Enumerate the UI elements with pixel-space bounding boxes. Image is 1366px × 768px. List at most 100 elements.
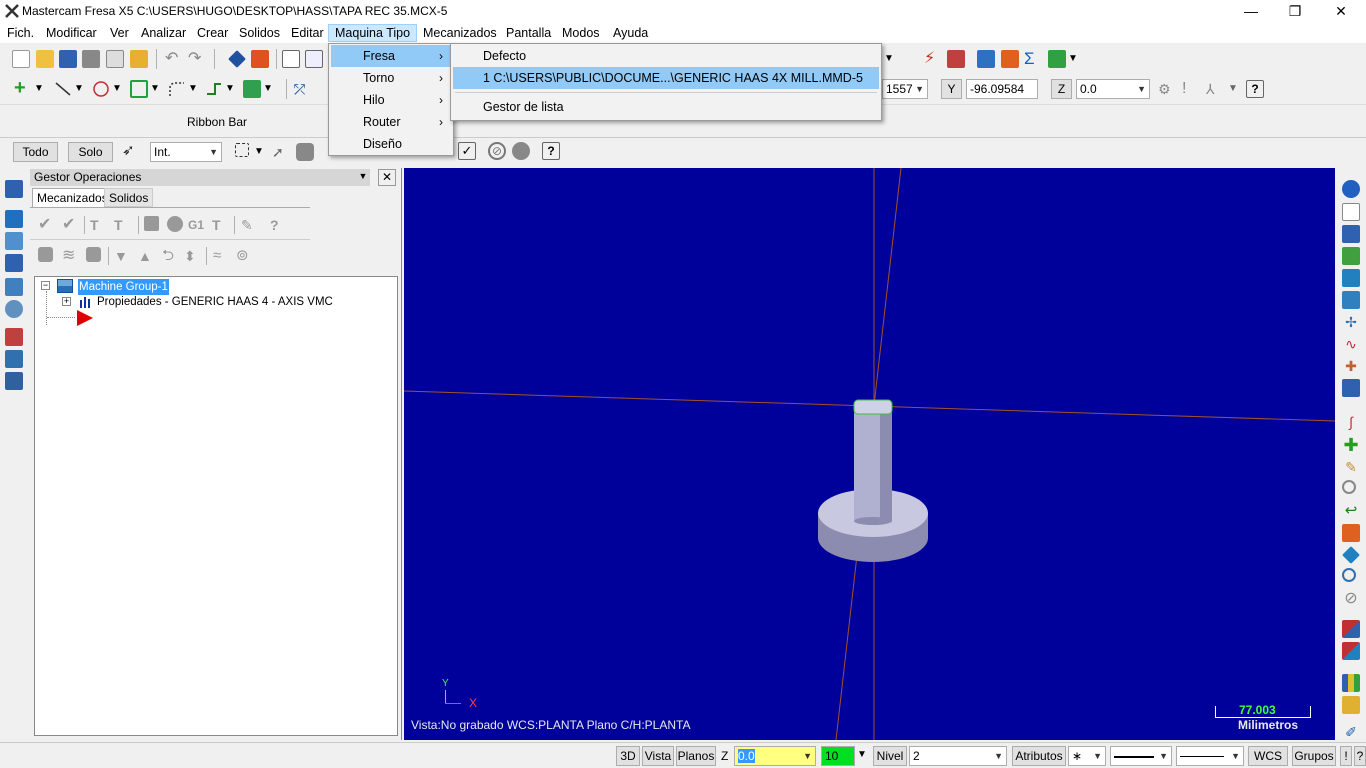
simulate-icon[interactable] (5, 328, 23, 346)
panel-menu-dropdown-icon[interactable]: ▼ (354, 169, 372, 186)
toggle-post-icon[interactable] (86, 247, 101, 262)
clean-icon[interactable] (130, 50, 148, 68)
save-view-icon[interactable] (1342, 225, 1360, 243)
menu-analizar[interactable]: Analizar (135, 24, 192, 42)
atributos-button[interactable]: Atributos (1012, 746, 1066, 766)
regen-dirty-ops-icon[interactable]: T (114, 216, 132, 234)
color-field[interactable]: 10 (821, 746, 855, 766)
nivel-field[interactable]: 2 ▼ (909, 746, 1007, 766)
backplot-ops-icon[interactable] (5, 278, 23, 296)
line-mode-icon[interactable]: ∿ (1342, 335, 1360, 353)
toggle-display-icon[interactable]: ≋ (62, 247, 80, 265)
menu-ayuda[interactable]: Ayuda (607, 24, 654, 42)
ops-help-icon[interactable]: ? (270, 216, 288, 234)
menu-item-diseno[interactable]: Diseño (331, 133, 451, 155)
spline-icon[interactable]: ∫ (1342, 413, 1360, 431)
dropdown-arrow-icon[interactable]: ▼ (884, 50, 902, 68)
insert-arrow-red-icon[interactable] (77, 310, 93, 329)
circle-icon[interactable] (92, 80, 110, 98)
rectangle-icon[interactable] (130, 80, 148, 98)
zoom-window-icon[interactable] (282, 50, 300, 68)
exclamation-button[interactable]: ! (1340, 746, 1352, 766)
select-only-button[interactable]: Solo (68, 142, 113, 162)
toolpath-icon[interactable] (947, 50, 965, 68)
xform-icon[interactable]: ⤱ (294, 80, 312, 98)
menu-item-recent-machine[interactable]: 1 C:\USERS\PUBLIC\DOCUME...\GENERIC HAAS… (453, 67, 879, 89)
window-select-dropdown-icon[interactable]: ▼ (254, 143, 272, 161)
regenerate-icon[interactable] (5, 232, 23, 250)
menu-item-torno[interactable]: Torno › (331, 67, 451, 89)
collapse-toggle-icon[interactable]: − (41, 281, 50, 290)
planos-button[interactable]: Planos (676, 746, 716, 766)
export-icon[interactable] (1048, 50, 1066, 68)
selection-mode-dropdown[interactable]: Int. ▼ (150, 142, 222, 162)
menu-pantalla[interactable]: Pantalla (500, 24, 557, 42)
dimension-icon[interactable] (1342, 379, 1360, 397)
menu-solidos[interactable]: Solidos (233, 24, 286, 42)
palette-icon[interactable] (1342, 674, 1360, 692)
autocursor-icon[interactable]: ! (1182, 80, 1200, 98)
menu-item-router[interactable]: Router › (331, 111, 451, 133)
rectangle-dropdown-icon[interactable]: ▼ (150, 80, 168, 98)
shading-icon[interactable] (1342, 180, 1360, 198)
level-icon[interactable] (1342, 642, 1360, 660)
new-page-icon[interactable] (1342, 203, 1360, 221)
repaint-icon[interactable] (251, 50, 269, 68)
open-folder-icon[interactable] (36, 50, 54, 68)
fillet-dropdown-icon[interactable]: ▼ (188, 80, 206, 98)
attributes-icon[interactable] (1342, 696, 1360, 714)
selection-help-icon[interactable]: ? (542, 142, 560, 160)
solid-select-icon[interactable] (296, 143, 314, 161)
point-dropdown-icon[interactable]: ▼ (34, 80, 52, 98)
select-all-ops-check-icon[interactable]: ✔ (38, 216, 56, 234)
analyze-icon[interactable]: ⚡ (924, 50, 942, 68)
post-selected-g1-icon[interactable]: G1 (188, 216, 206, 234)
select-all-button[interactable]: Todo (13, 142, 58, 162)
export-dropdown-icon[interactable]: ▼ (1068, 50, 1086, 68)
top-view-icon[interactable] (1342, 269, 1360, 287)
print-icon[interactable] (82, 50, 100, 68)
menu-crear[interactable]: Crear (191, 24, 234, 42)
line-style-dropdown[interactable]: ▼ (1110, 746, 1172, 766)
scroll-icon[interactable]: ⬍ (184, 247, 202, 265)
solids-dropdown-icon[interactable]: ▼ (263, 80, 281, 98)
menu-fich[interactable]: Fich. (1, 24, 40, 42)
select-all-ops-icon[interactable] (5, 210, 23, 228)
x-coordinate-field[interactable]: 1557 ▼ (882, 79, 928, 99)
menu-ver[interactable]: Ver (104, 24, 135, 42)
surface-icon[interactable] (1342, 546, 1360, 564)
window-select-icon[interactable] (235, 143, 249, 157)
lock-icon[interactable] (38, 247, 53, 262)
backplot-icon[interactable] (977, 50, 995, 68)
regen-dirty-icon[interactable] (5, 254, 23, 272)
move-down-icon[interactable]: ▼ (114, 247, 132, 265)
no-select-icon[interactable]: ⊘ (488, 142, 506, 160)
help-icon[interactable]: ? (1246, 80, 1264, 98)
properties-node[interactable]: Propiedades - GENERIC HAAS 4 - AXIS VMC (97, 294, 333, 310)
pan-icon[interactable] (228, 50, 246, 68)
post-icon[interactable]: Σ (1024, 50, 1042, 68)
draft-icon[interactable]: ✐ (1342, 723, 1360, 741)
verify-selection-icon[interactable]: ✓ (458, 142, 476, 160)
autocursor-dropdown-icon[interactable]: ▼ (1228, 80, 1246, 98)
line-icon[interactable] (54, 80, 72, 98)
color-icon[interactable] (1342, 620, 1360, 638)
undo-icon[interactable]: ↶ (165, 50, 183, 68)
z-coordinate-field[interactable]: 0.0 ▼ (1076, 79, 1150, 99)
menu-modificar[interactable]: Modificar (40, 24, 103, 42)
redo-icon[interactable]: ↷ (188, 50, 206, 68)
regen-selected-icon[interactable]: T (90, 216, 108, 234)
verify-selected-icon[interactable] (167, 216, 183, 232)
wcs-button[interactable]: WCS (1248, 746, 1288, 766)
print-preview-icon[interactable] (106, 50, 124, 68)
chain-icon[interactable]: ↩ (1342, 502, 1360, 520)
trim-icon[interactable] (205, 80, 223, 98)
sketch-point-icon[interactable]: ⅄ (1206, 80, 1224, 98)
selection-pointer-icon[interactable]: ➶ (122, 142, 140, 160)
green-plus-icon[interactable]: ✚ (1342, 436, 1360, 454)
select-pointer-icon[interactable]: ➚ (272, 143, 290, 161)
toolpath-manager-icon[interactable] (5, 180, 23, 198)
z-depth-field[interactable]: 0.0 ▼ (734, 746, 816, 766)
nivel-button[interactable]: Nivel (873, 746, 907, 766)
color-dropdown-icon[interactable]: ▼ (857, 749, 867, 760)
